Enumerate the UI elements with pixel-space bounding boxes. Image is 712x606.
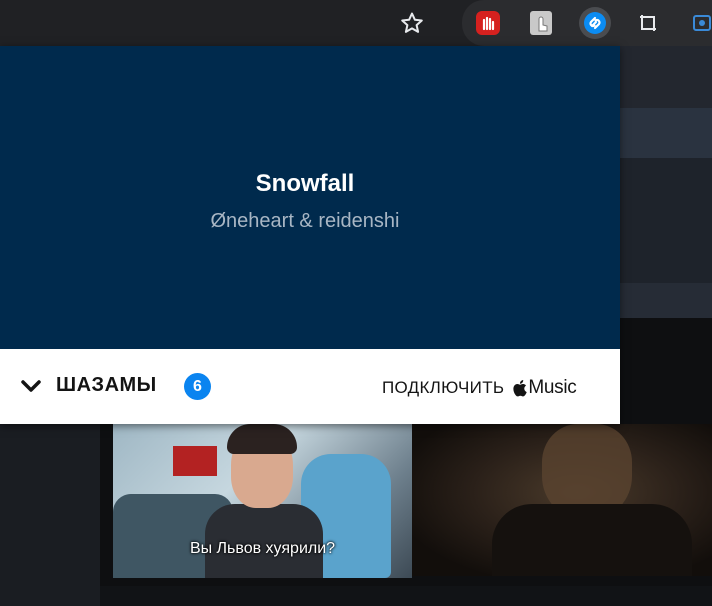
hand-stop-icon[interactable] [472,7,504,39]
apple-logo-icon [513,380,528,397]
connect-label: ПОДКЛЮЧИТЬ [382,378,505,397]
video-right-pane [412,424,712,576]
video-subtitle: Вы Львов хуярили? [189,540,336,557]
song-title: Snowfall [255,170,355,197]
page-background [620,283,712,319]
shazams-label[interactable]: ШАЗАМЫ [56,374,157,397]
connect-apple-music-button[interactable]: ПОДКЛЮЧИТЬ Music [382,376,577,400]
now-playing-panel: Snowfall Øneheart & reidenshi [0,46,620,349]
page-background [620,46,712,108]
touch-icon[interactable] [525,7,557,39]
shazams-footer: ШАЗАМЫ 6 ПОДКЛЮЧИТЬ Music [0,349,620,424]
shazam-popup: Snowfall Øneheart & reidenshi ШАЗАМЫ 6 П… [0,46,620,424]
crop-icon[interactable] [632,7,664,39]
song-artist: Øneheart & reidenshi [210,210,400,232]
shazam-icon[interactable] [579,7,611,39]
page-background [620,158,712,283]
page-sidebar [0,424,100,606]
player-bottom-bar [100,586,712,606]
browser-toolbar [0,0,712,46]
apple-music-label: Music [528,377,577,398]
shazams-count-badge: 6 [184,373,211,400]
chevron-down-icon[interactable] [20,378,42,394]
page-background [620,108,712,158]
bookmark-star-icon[interactable] [396,8,428,38]
record-icon[interactable] [686,7,712,39]
